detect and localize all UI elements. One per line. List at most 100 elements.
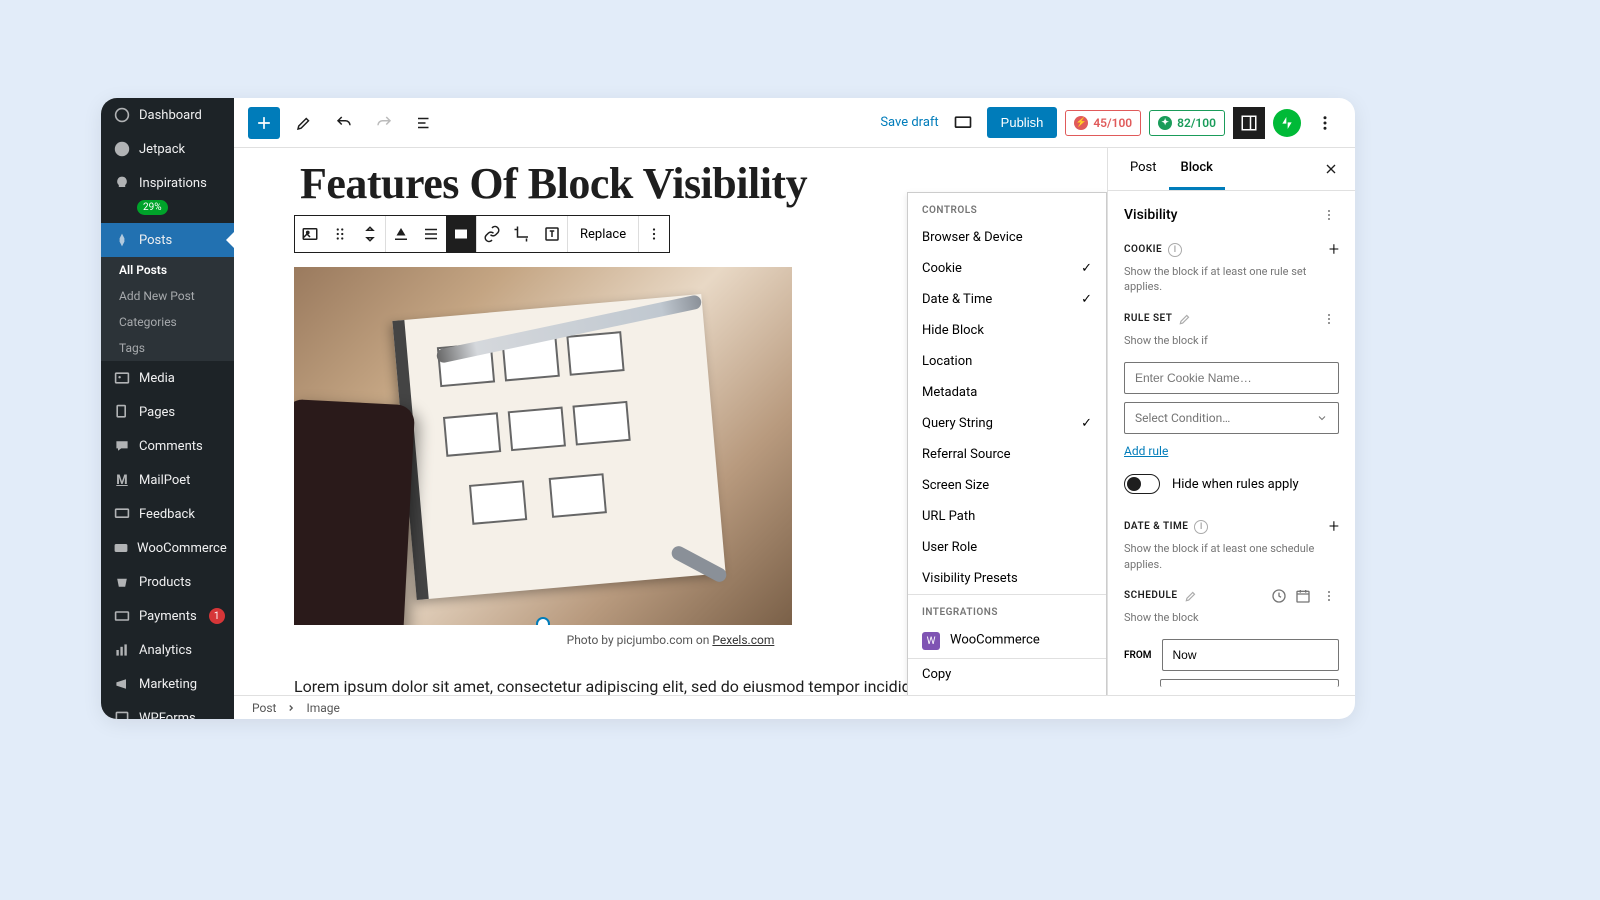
sidebar-item-feedback[interactable]: Feedback — [101, 497, 234, 531]
control-metadata[interactable]: Metadata — [908, 377, 1106, 408]
tab-block[interactable]: Block — [1169, 148, 1225, 190]
sidebar-item-analytics[interactable]: Analytics — [101, 633, 234, 667]
block-more-button[interactable] — [639, 216, 669, 252]
control-datetime[interactable]: Date & Time✓ — [908, 284, 1106, 315]
drag-handle-icon[interactable] — [325, 216, 355, 252]
move-arrows[interactable] — [355, 216, 385, 252]
settings-toggle[interactable] — [1233, 107, 1265, 139]
image-block-icon[interactable] — [295, 216, 325, 252]
preview-button[interactable] — [947, 107, 979, 139]
sidebar-item-label: Pages — [139, 405, 175, 420]
info-icon[interactable]: i — [1168, 243, 1182, 257]
dashboard-icon — [113, 106, 131, 124]
submenu-tags[interactable]: Tags — [101, 335, 234, 361]
sidebar-item-mailpoet[interactable]: M MailPoet — [101, 463, 234, 497]
add-block-button[interactable] — [248, 107, 280, 139]
submenu-add-new[interactable]: Add New Post — [101, 283, 234, 309]
redo-button[interactable] — [368, 107, 400, 139]
publish-button[interactable]: Publish — [987, 107, 1058, 138]
seo-score-82[interactable]: ✦ 82/100 — [1149, 110, 1225, 136]
block-toolbar: Replace — [294, 215, 670, 253]
breadcrumb-image[interactable]: Image — [306, 701, 339, 715]
edit-button[interactable] — [288, 107, 320, 139]
ruleset-label: RULE SET — [1124, 313, 1172, 324]
ruleset-more-icon[interactable] — [1319, 309, 1339, 329]
chevron-right-icon — [286, 703, 296, 713]
edit-icon[interactable] — [1184, 589, 1198, 603]
resize-handle[interactable] — [536, 617, 550, 625]
condition-select[interactable]: Select Condition… — [1124, 402, 1339, 434]
outline-button[interactable] — [408, 107, 440, 139]
sidebar-item-media[interactable]: Media — [101, 361, 234, 395]
align-button[interactable] — [386, 216, 416, 252]
breadcrumb-post[interactable]: Post — [252, 701, 276, 715]
integration-woocommerce[interactable]: WWooCommerce — [908, 624, 1106, 658]
control-copy[interactable]: Copy — [908, 659, 1106, 690]
save-draft-button[interactable]: Save draft — [880, 115, 938, 130]
inspirations-badge: 29% — [137, 200, 168, 215]
schedule-more-icon[interactable] — [1319, 586, 1339, 606]
submenu-categories[interactable]: Categories — [101, 309, 234, 335]
analytics-icon — [113, 641, 131, 659]
add-datetime-button[interactable]: + — [1329, 516, 1339, 537]
control-urlpath[interactable]: URL Path — [908, 501, 1106, 532]
sidebar-item-dashboard[interactable]: Dashboard — [101, 98, 234, 132]
sidebar-item-marketing[interactable]: Marketing — [101, 667, 234, 701]
sidebar-item-inspirations[interactable]: Inspirations 29% — [101, 166, 234, 223]
control-userrole[interactable]: User Role — [908, 532, 1106, 563]
control-hideblock[interactable]: Hide Block — [908, 315, 1106, 346]
control-cookie[interactable]: Cookie✓ — [908, 253, 1106, 284]
cookie-label: COOKIE — [1124, 244, 1162, 255]
control-presets[interactable]: Visibility Presets — [908, 563, 1106, 594]
calendar-icon[interactable] — [1295, 588, 1311, 604]
close-panel-button[interactable] — [1317, 155, 1345, 183]
sidebar-item-pages[interactable]: Pages — [101, 395, 234, 429]
control-browser-device[interactable]: Browser & Device — [908, 222, 1106, 253]
seo-score-45[interactable]: ⚡ 45/100 — [1065, 110, 1141, 136]
from-label: FROM — [1124, 650, 1152, 661]
edit-icon[interactable] — [1178, 312, 1192, 326]
control-location[interactable]: Location — [908, 346, 1106, 377]
check-icon: ✓ — [1081, 292, 1092, 307]
add-rule-link[interactable]: Add rule — [1108, 438, 1355, 464]
sidebar-item-payments[interactable]: Payments 1 — [101, 599, 234, 633]
sidebar-item-comments[interactable]: Comments — [101, 429, 234, 463]
sidebar-item-label: Inspirations — [139, 176, 207, 191]
image-block[interactable] — [294, 267, 792, 625]
control-screensize[interactable]: Screen Size — [908, 470, 1106, 501]
from-input[interactable] — [1162, 639, 1340, 671]
text-overlay-button[interactable] — [537, 216, 567, 252]
align-text-button[interactable] — [416, 216, 446, 252]
sidebar-item-woocommerce[interactable]: WooCommerce — [101, 531, 234, 565]
caption-link[interactable]: Pexels.com — [712, 633, 774, 647]
sidebar-item-jetpack[interactable]: Jetpack — [101, 132, 234, 166]
sidebar-item-wpforms[interactable]: WPForms — [101, 701, 234, 719]
woocommerce-icon — [113, 539, 129, 557]
submenu-all-posts[interactable]: All Posts — [101, 257, 234, 283]
sidebar-item-label: Posts — [139, 233, 172, 248]
link-button[interactable] — [477, 216, 507, 252]
cookie-name-input[interactable] — [1124, 362, 1339, 394]
visibility-more-icon[interactable] — [1319, 205, 1339, 225]
control-import[interactable]: Import — [908, 690, 1106, 695]
add-cookie-button[interactable]: + — [1329, 239, 1339, 260]
sidebar-item-products[interactable]: Products — [101, 565, 234, 599]
sidebar-item-posts[interactable]: Posts — [101, 223, 234, 257]
check-icon: ✓ — [1081, 261, 1092, 276]
jetpack-button[interactable] — [1273, 109, 1301, 137]
sidebar-item-label: Feedback — [139, 507, 195, 522]
undo-button[interactable] — [328, 107, 360, 139]
sidebar-item-label: Dashboard — [139, 108, 202, 123]
control-referral[interactable]: Referral Source — [908, 439, 1106, 470]
control-querystring[interactable]: Query String✓ — [908, 408, 1106, 439]
more-options-button[interactable] — [1309, 107, 1341, 139]
clock-icon[interactable] — [1271, 588, 1287, 604]
feedback-icon — [113, 505, 131, 523]
replace-button[interactable]: Replace — [568, 227, 638, 242]
tab-post[interactable]: Post — [1118, 148, 1169, 190]
hide-when-toggle[interactable] — [1124, 474, 1160, 494]
products-icon — [113, 573, 131, 591]
info-icon[interactable]: i — [1194, 520, 1208, 534]
width-button[interactable] — [446, 216, 476, 252]
crop-button[interactable] — [507, 216, 537, 252]
